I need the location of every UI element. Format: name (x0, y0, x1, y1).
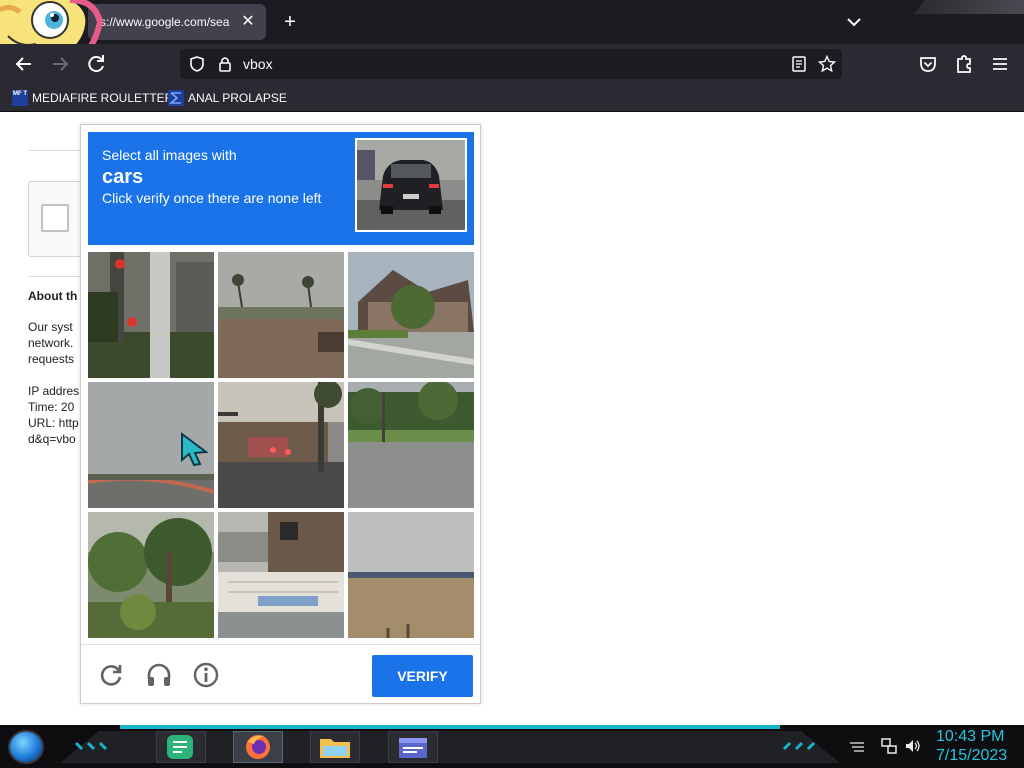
address-bar[interactable]: vbox (180, 49, 842, 79)
notes-app-icon (167, 735, 193, 759)
browser-tab[interactable]: s://www.google.com/search ✕ (88, 4, 266, 40)
bushes-trees-image (88, 512, 214, 638)
folder-icon (320, 739, 350, 758)
mouse-cursor-icon (181, 432, 208, 466)
pocket-button[interactable] (916, 52, 940, 76)
clock-date[interactable]: 7/15/2023 (936, 747, 1007, 765)
lock-icon[interactable] (216, 55, 234, 73)
verify-button[interactable]: VERIFY (372, 655, 473, 697)
chevron-down-icon (847, 18, 861, 27)
field-horizon-image (348, 512, 474, 638)
reader-view-icon[interactable] (790, 55, 808, 73)
trees-road-image (348, 382, 474, 508)
house-porch-image (218, 512, 344, 638)
clock-time[interactable]: 10:43 PM (936, 728, 1004, 746)
time-text: Time: 20 (28, 400, 75, 414)
image-tile[interactable] (348, 252, 474, 378)
chevron-decoration-icon (74, 741, 108, 751)
image-tile[interactable] (348, 382, 474, 508)
shield-icon[interactable] (188, 55, 206, 73)
navigation-toolbar: vbox (0, 44, 1024, 84)
taskbar-app-window[interactable] (388, 731, 438, 763)
paragraph-line: Our syst (28, 320, 73, 334)
reload-icon (88, 55, 104, 73)
traffic-light-pole-image (88, 252, 214, 378)
start-button[interactable] (8, 730, 44, 764)
pocket-icon (920, 57, 936, 72)
new-tab-button[interactable]: + (278, 10, 302, 34)
bookmarks-toolbar: MF T MEDIAFIRE ROULETTER ANAL PROLAPSE (0, 84, 1024, 112)
street-traffic-image (218, 382, 344, 508)
image-grid (88, 252, 474, 638)
taskbar-app-notes[interactable] (156, 731, 206, 763)
taskbar-accent-strip (120, 725, 780, 729)
taskbar (0, 725, 1024, 768)
paragraph-line: network. (28, 336, 74, 350)
bookmark-star-icon[interactable] (818, 55, 836, 73)
bookmark-label: ANAL PROLAPSE (188, 91, 287, 105)
back-button[interactable] (12, 52, 36, 76)
chevron-decoration-icon (782, 741, 816, 751)
url-info-continued: d&q=vbo (28, 432, 76, 446)
ip-address-text: IP addres (28, 384, 80, 398)
captcha-challenge: Select all images with cars Click verify… (80, 124, 481, 704)
forward-button[interactable] (48, 52, 72, 76)
window-app-icon (399, 738, 427, 758)
sigma-icon (168, 90, 184, 106)
taskbar-app-firefox[interactable] (233, 731, 283, 763)
menu-button[interactable] (988, 52, 1012, 76)
image-tile[interactable] (348, 512, 474, 638)
sample-car-image (355, 138, 467, 232)
network-icon[interactable] (880, 737, 898, 755)
volume-icon[interactable] (904, 737, 922, 755)
arrow-right-icon (53, 57, 69, 71)
instruction-subtext: Click verify once there are none left (102, 190, 322, 206)
url-info-text: URL: http (28, 416, 79, 430)
bookmark-label: MEDIAFIRE ROULETTER (32, 91, 174, 105)
taskbar-app-file-explorer[interactable] (310, 731, 360, 763)
image-tile[interactable] (218, 382, 344, 508)
puzzle-piece-icon (957, 55, 971, 73)
challenge-footer: VERIFY (81, 644, 480, 704)
house-corner-image (348, 252, 474, 378)
divider (28, 276, 88, 277)
tab-title: s://www.google.com/search (100, 15, 230, 29)
image-tile[interactable] (88, 512, 214, 638)
about-heading: About th (28, 289, 78, 303)
reload-button[interactable] (84, 52, 108, 76)
road-field-palms-image (218, 252, 344, 378)
list-tabs-button[interactable] (842, 10, 866, 34)
tray-lines-icon[interactable] (848, 737, 866, 755)
arrow-left-icon (15, 57, 31, 71)
extensions-button[interactable] (952, 52, 976, 76)
recaptcha-widget (28, 181, 88, 257)
target-object-label: cars (102, 166, 144, 188)
divider (28, 150, 88, 151)
instruction-line: Select all images with (102, 147, 237, 163)
paragraph-line: requests (28, 352, 75, 366)
reload-challenge-icon[interactable] (97, 661, 125, 689)
theme-decoration (914, 0, 1024, 14)
image-tile[interactable] (88, 252, 214, 378)
tab-close-icon[interactable]: ✕ (238, 12, 258, 32)
hamburger-menu-icon (993, 58, 1007, 70)
recaptcha-checkbox[interactable] (41, 204, 69, 232)
browser-tab-bar: s://www.google.com/search ✕ + (0, 0, 1024, 44)
mediafire-icon-text: MF T (13, 91, 27, 97)
image-tile[interactable] (218, 512, 344, 638)
headphones-icon[interactable] (145, 661, 173, 689)
challenge-header: Select all images with cars Click verify… (88, 132, 474, 245)
image-tile[interactable] (218, 252, 344, 378)
info-icon[interactable] (192, 661, 220, 689)
mediafire-icon: MF T (12, 90, 28, 106)
firefox-icon (246, 735, 270, 759)
url-text[interactable]: vbox (243, 56, 273, 72)
